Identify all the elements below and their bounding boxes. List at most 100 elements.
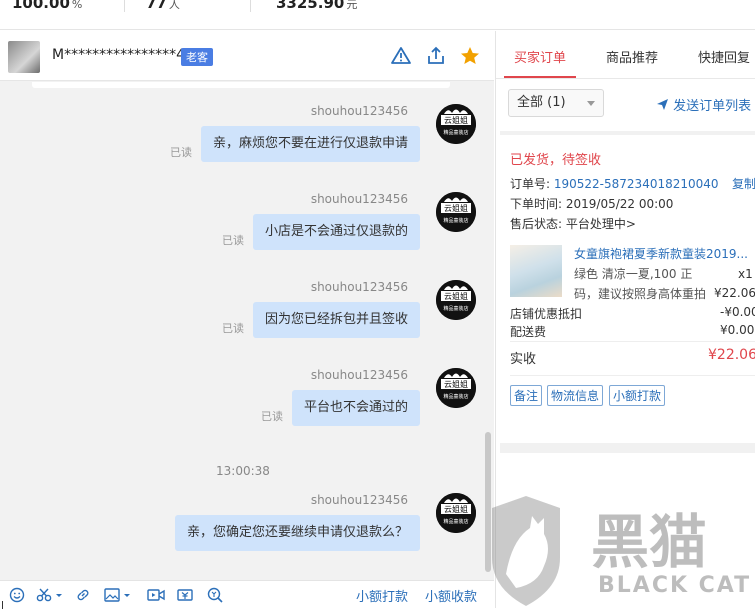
stat-count: 77 人 xyxy=(146,0,180,12)
stat-rate-value: 100.00 xyxy=(12,0,70,12)
message-item: shouhou123456 云姐姐 精品童装店 亲，麻烦您不要在进行仅退款申请 … xyxy=(16,104,476,184)
shop-logo-text: 云姐姐 xyxy=(444,203,468,213)
search-order-icon[interactable] xyxy=(207,587,223,603)
read-status: 已读 xyxy=(222,234,244,247)
remark-button[interactable]: 备注 xyxy=(510,385,543,406)
stat-divider xyxy=(124,0,125,12)
total-label: 实收 xyxy=(510,352,537,367)
shop-logo-subtext: 精品童装店 xyxy=(443,518,468,525)
shop-logo-subtext: 精品童装店 xyxy=(443,393,468,400)
small-collection-link[interactable]: 小额收款 xyxy=(425,586,477,605)
read-status: 已读 xyxy=(170,146,192,159)
product-spec: 码，建议按照身高体重拍 xyxy=(574,287,707,301)
message-list: shouhou123456 云姐姐 精品童装店 亲，麻烦您不要在进行仅退款申请 … xyxy=(0,82,494,580)
stat-count-value: 77 xyxy=(146,0,167,12)
shop-logo-text: 云姐姐 xyxy=(444,291,468,301)
avatar[interactable] xyxy=(8,41,40,73)
shop-avatar: 云姐姐 精品童装店 xyxy=(436,368,476,408)
order-card: 已发货，待签收 订单号: 190522-587234018210040 复制 下… xyxy=(500,131,755,453)
message-item: shouhou123456 云姐姐 精品童装店 平台也不会通过的 已读 xyxy=(16,368,476,448)
shop-logo-icon: 云姐姐 精品童装店 xyxy=(436,368,476,408)
chat-pane: M****************4 老客 shouhou123456 云姐姐 xyxy=(0,31,494,609)
shop-avatar: 云姐姐 精品童装店 xyxy=(436,493,476,533)
product-price: ¥22.06 xyxy=(714,286,755,300)
divider xyxy=(510,341,755,342)
order-filter-select[interactable]: 全部 (1) xyxy=(508,89,604,117)
order-number-row: 订单号: 190522-587234018210040 xyxy=(510,175,719,192)
message-sender: shouhou123456 xyxy=(310,192,408,206)
share-icon[interactable] xyxy=(425,45,447,67)
shop-logo-subtext: 精品童装店 xyxy=(443,129,468,136)
video-icon[interactable] xyxy=(147,587,165,603)
screenshot-scissors-icon[interactable] xyxy=(36,587,64,603)
small-payment-link[interactable]: 小额打款 xyxy=(356,586,408,605)
shop-logo-icon: 云姐姐 精品童装店 xyxy=(436,493,476,533)
message-bubble: 小店是不会通过仅退款的 xyxy=(252,214,420,250)
aftersale-label: 售后状态: xyxy=(510,217,563,231)
product-title-link[interactable]: 女童旗袍裙夏季新款童装2019... xyxy=(574,245,748,262)
copy-order-number-button[interactable]: 复制 xyxy=(732,175,755,192)
discount-amount: -¥0.00 xyxy=(720,305,755,319)
read-status: 已读 xyxy=(261,410,283,423)
logistics-button[interactable]: 物流信息 xyxy=(547,385,604,406)
discount-row: 店铺优惠抵扣 -¥0.00 xyxy=(510,305,755,322)
shop-logo-text: 云姐姐 xyxy=(444,379,468,389)
read-status: 已读 xyxy=(222,322,244,335)
send-icon xyxy=(657,99,668,110)
shipping-label: 配送费 xyxy=(510,325,547,339)
tab-quick-reply[interactable]: 快捷回复 xyxy=(698,47,750,66)
order-time-label: 下单时间: xyxy=(510,197,563,211)
send-order-list-button[interactable]: 发送订单列表 xyxy=(656,95,751,114)
message-timestamp: 13:00:38 xyxy=(216,464,270,478)
customer-name: M****************4 xyxy=(52,47,185,63)
shipping-row: 配送费 ¥0.00 xyxy=(510,323,755,340)
order-number[interactable]: 190522-587234018210040 xyxy=(554,177,719,191)
stat-amount-value: 3325.90 xyxy=(276,0,345,12)
shop-avatar: 云姐姐 精品童装店 xyxy=(436,192,476,232)
previous-card xyxy=(32,82,450,88)
product-thumbnail[interactable] xyxy=(510,245,562,297)
stat-rate: 100.00% xyxy=(12,0,82,12)
shop-logo-icon: 云姐姐 精品童装店 xyxy=(436,280,476,320)
shop-logo-text: 云姐姐 xyxy=(444,115,468,125)
stats-bar: 100.00% 77 人 3325.90 元 xyxy=(0,0,755,30)
discount-label: 店铺优惠抵扣 xyxy=(510,307,583,321)
input-toolbar: 小额打款 小额收款 xyxy=(0,580,494,609)
shop-logo-subtext: 精品童装店 xyxy=(443,305,468,312)
stat-count-unit: 人 xyxy=(168,0,180,11)
coupon-icon[interactable] xyxy=(177,587,193,603)
order-status: 已发货，待签收 xyxy=(510,153,602,168)
send-order-list-label: 发送订单列表 xyxy=(673,99,752,114)
message-item: shouhou123456 云姐姐 精品童装店 小店是不会通过仅退款的 已读 xyxy=(16,192,476,272)
message-sender: shouhou123456 xyxy=(310,280,408,294)
total-amount: ¥22.06 xyxy=(708,347,755,363)
divider xyxy=(510,375,755,376)
star-icon[interactable] xyxy=(459,45,481,67)
order-time: 2019/05/22 00:00 xyxy=(565,197,674,211)
shop-avatar: 云姐姐 精品童装店 xyxy=(436,280,476,320)
chat-header: M****************4 老客 xyxy=(0,31,494,81)
message-bubble: 平台也不会通过的 xyxy=(291,390,420,426)
aftersale-row: 售后状态: 平台处理中> xyxy=(510,215,636,232)
emoji-icon[interactable] xyxy=(9,587,25,603)
stat-rate-unit: % xyxy=(71,0,83,11)
shop-logo-subtext: 精品童装店 xyxy=(443,217,468,224)
link-icon[interactable] xyxy=(75,587,91,603)
warning-icon[interactable] xyxy=(390,45,412,67)
product-spec: 绿色 清凉一夏,100 正 xyxy=(574,267,693,281)
active-tab-indicator xyxy=(504,76,576,78)
chat-scrollbar[interactable] xyxy=(485,432,491,572)
shop-logo-icon: 云姐姐 精品童装店 xyxy=(436,104,476,144)
image-icon[interactable] xyxy=(104,587,132,603)
tab-product-recommend[interactable]: 商品推荐 xyxy=(606,47,658,66)
shop-logo-text: 云姐姐 xyxy=(444,504,468,514)
sidebar-tabs: 买家订单 商品推荐 快捷回复 xyxy=(496,31,755,79)
order-sidebar: 买家订单 商品推荐 快捷回复 全部 (1) 发送订单列表 已发货，待签收 订单号… xyxy=(495,31,755,608)
small-payment-button[interactable]: 小额打款 xyxy=(609,385,666,406)
message-bubble: 因为您已经拆包并且签收 xyxy=(252,302,420,338)
message-item: shouhou123456 云姐姐 精品童装店 亲，您确定您还要继续申请仅退款么… xyxy=(16,493,476,573)
tab-buyer-orders[interactable]: 买家订单 xyxy=(514,47,566,66)
shipping-amount: ¥0.00 xyxy=(720,323,755,337)
aftersale-status-link[interactable]: 平台处理中> xyxy=(566,217,636,231)
order-time-row: 下单时间: 2019/05/22 00:00 xyxy=(510,195,673,212)
